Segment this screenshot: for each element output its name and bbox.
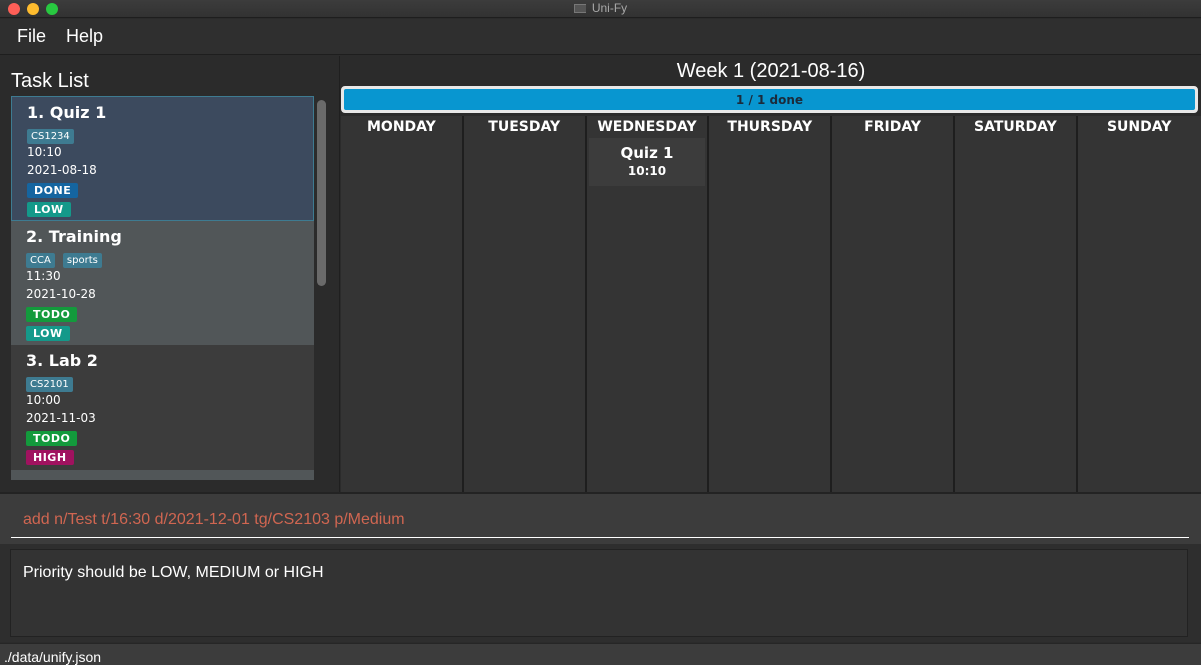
menu-file[interactable]: File bbox=[17, 26, 46, 47]
day-column-wednesday: WEDNESDAY Quiz 1 10:10 bbox=[586, 116, 710, 492]
day-column-sunday: SUNDAY bbox=[1077, 116, 1201, 492]
save-location: ./data/unify.json bbox=[4, 649, 102, 665]
day-header: THURSDAY bbox=[727, 119, 813, 135]
tag-badge: CCA bbox=[26, 253, 55, 268]
task-time: 10:10 bbox=[27, 145, 62, 159]
task-list[interactable]: 1. Quiz 1 CS1234 10:10 2021-08-18 DONE L… bbox=[11, 96, 314, 480]
day-columns: MONDAY TUESDAY WEDNESDAY Quiz 1 10:10 TH… bbox=[341, 116, 1201, 492]
task-card[interactable]: 3. Lab 2 CS2101 10:00 2021-11-03 TODO HI… bbox=[11, 345, 314, 470]
command-box-area bbox=[0, 492, 1201, 544]
task-state-badge: TODO bbox=[26, 431, 78, 446]
tag-badge: sports bbox=[62, 253, 102, 268]
day-header: MONDAY bbox=[366, 119, 436, 135]
week-title: Week 1 (2021-08-16) bbox=[676, 60, 866, 82]
menu-help[interactable]: Help bbox=[66, 26, 103, 47]
window-title-text: Uni-Fy bbox=[591, 1, 628, 15]
task-card-partial bbox=[11, 470, 314, 480]
app-icon bbox=[573, 4, 586, 13]
menu-bar: File Help bbox=[0, 19, 1201, 55]
task-date: 2021-11-03 bbox=[26, 411, 96, 425]
week-calendar: Week 1 (2021-08-16) 1 / 1 done MONDAY TU… bbox=[341, 56, 1201, 492]
day-column-thursday: THURSDAY bbox=[709, 116, 833, 492]
window-title: Uni-Fy bbox=[0, 1, 1201, 15]
day-column-monday: MONDAY bbox=[341, 116, 464, 492]
task-list-scrollbar[interactable] bbox=[317, 100, 326, 286]
task-time: 11:30 bbox=[26, 269, 61, 283]
event-time: 10:10 bbox=[627, 164, 667, 178]
window-titlebar: Uni-Fy bbox=[0, 0, 1201, 18]
result-display: Priority should be LOW, MEDIUM or HIGH bbox=[10, 549, 1188, 637]
task-title: 3. Lab 2 bbox=[26, 351, 98, 370]
status-bar: ./data/unify.json bbox=[0, 643, 1201, 665]
task-tags: CS1234 bbox=[27, 124, 313, 144]
task-title: 2. Training bbox=[26, 227, 122, 246]
day-header: SUNDAY bbox=[1106, 119, 1172, 135]
week-progress-bar: 1 / 1 done bbox=[341, 86, 1198, 113]
day-header: TUESDAY bbox=[488, 119, 561, 135]
task-priority-badge: LOW bbox=[26, 326, 70, 341]
task-card[interactable]: 1. Quiz 1 CS1234 10:10 2021-08-18 DONE L… bbox=[11, 96, 314, 221]
calendar-event[interactable]: Quiz 1 10:10 bbox=[588, 138, 706, 186]
task-tags: CCA sports bbox=[26, 248, 314, 268]
result-area: Priority should be LOW, MEDIUM or HIGH bbox=[0, 544, 1201, 642]
event-name: Quiz 1 bbox=[620, 144, 674, 162]
day-header: WEDNESDAY bbox=[597, 119, 697, 135]
task-date: 2021-10-28 bbox=[26, 287, 96, 301]
task-state-badge: DONE bbox=[27, 183, 79, 198]
task-title: 1. Quiz 1 bbox=[27, 103, 107, 122]
task-priority-badge: LOW bbox=[27, 202, 71, 217]
day-header: FRIDAY bbox=[864, 119, 921, 135]
task-tags: CS2101 bbox=[26, 372, 314, 392]
week-progress-text: 1 / 1 done bbox=[735, 93, 804, 107]
task-date: 2021-08-18 bbox=[27, 163, 97, 177]
command-input[interactable] bbox=[11, 502, 1189, 538]
day-column-friday: FRIDAY bbox=[832, 116, 955, 492]
task-list-title: Task List bbox=[11, 70, 89, 92]
task-state-badge: TODO bbox=[26, 307, 78, 322]
day-column-tuesday: TUESDAY bbox=[463, 116, 587, 492]
task-priority-badge: HIGH bbox=[26, 450, 74, 465]
day-header: SATURDAY bbox=[973, 119, 1057, 135]
day-column-saturday: SATURDAY bbox=[954, 116, 1078, 492]
task-card[interactable]: 2. Training CCA sports 11:30 2021-10-28 … bbox=[11, 221, 314, 345]
task-time: 10:00 bbox=[26, 393, 61, 407]
tag-badge: CS1234 bbox=[27, 129, 74, 144]
tag-badge: CS2101 bbox=[26, 377, 73, 392]
task-panel: Task List 1. Quiz 1 CS1234 10:10 2021-08… bbox=[0, 56, 340, 492]
